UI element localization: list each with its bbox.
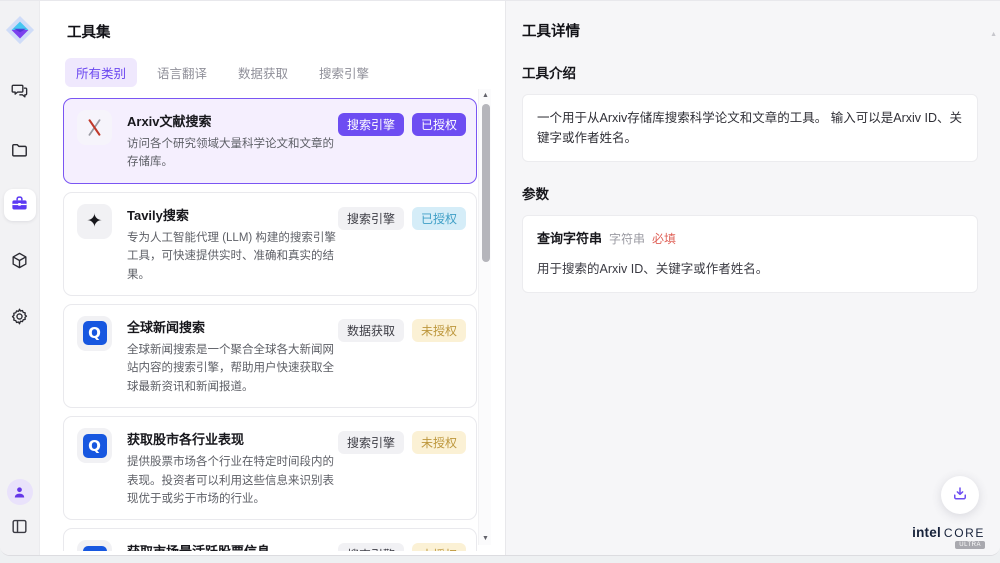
tool-description: 全球新闻搜索是一个聚合全球各大新闻网站内容的搜索引擎，帮助用户快速获取全球最新资…	[127, 341, 338, 396]
user-icon	[7, 479, 33, 505]
parameter-box: 查询字符串 字符串 必填 用于搜索的Arxiv ID、关键字或作者姓名。	[522, 215, 978, 293]
tool-title: Arxiv文献搜索	[127, 111, 338, 130]
sidebar-item-account[interactable]	[5, 477, 35, 507]
sidebar-item-packages[interactable]	[5, 247, 35, 277]
tool-description: 提供股票市场各个行业在特定时间段内的表现。投资者可以利用这些信息来识别表现优于或…	[127, 453, 338, 508]
tool-intro-box: 一个用于从Arxiv存储库搜索科学论文和文章的工具。 输入可以是Arxiv ID…	[522, 94, 978, 162]
status-badge: 已授权	[412, 207, 466, 230]
category-badge: 搜索引擎	[338, 207, 404, 230]
app-logo-icon[interactable]	[5, 15, 35, 45]
sidebar-item-panel-toggle[interactable]	[5, 513, 35, 543]
core-wordmark: core	[944, 526, 985, 540]
status-badge: 未授权	[412, 543, 466, 551]
category-badge: 搜索引擎	[338, 431, 404, 454]
tool-title: 获取股市各行业表现	[127, 429, 338, 448]
tool-card-active-stocks[interactable]: Q 获取市场最活跃股票信息 提供当天交易量最高的股票列表，投资者可以利用这些信息…	[63, 528, 477, 551]
tool-card-sector-performance[interactable]: Q 获取股市各行业表现 提供股票市场各个行业在特定时间段内的表现。投资者可以利用…	[63, 416, 477, 520]
tool-card-tavily[interactable]: ✦ Tavily搜索 专为人工智能代理 (LLM) 构建的搜索引擎工具，可快速提…	[63, 192, 477, 296]
q-logo-icon: Q	[77, 540, 112, 551]
status-badge: 未授权	[412, 431, 466, 454]
toolbox-icon	[10, 194, 29, 216]
tab-search-engine[interactable]: 搜索引擎	[308, 58, 380, 87]
tool-title: 全球新闻搜索	[127, 317, 338, 336]
scrollbar-thumb[interactable]	[482, 104, 490, 262]
intel-core-logo: intel core ultra	[912, 525, 985, 549]
status-badge: 未授权	[412, 319, 466, 342]
tools-panel: 工具集 所有类别 语言翻译 数据获取 搜索引擎 Arxiv文献搜索 访问各个研究…	[40, 1, 505, 555]
q-logo-icon: Q	[77, 428, 112, 463]
tab-data-fetch[interactable]: 数据获取	[227, 58, 299, 87]
sidebar-item-files[interactable]	[5, 137, 35, 167]
gear-icon	[10, 307, 29, 329]
ultra-badge: ultra	[955, 541, 985, 549]
tool-list: Arxiv文献搜索 访问各个研究领域大量科学论文和文章的存储库。 搜索引擎 已授…	[63, 98, 477, 551]
tool-description: 专为人工智能代理 (LLM) 构建的搜索引擎工具，可快速提供实时、准确和真实的结…	[127, 229, 338, 284]
folder-icon	[10, 141, 29, 163]
params-heading: 参数	[522, 183, 978, 203]
tool-detail-panel: ▲ 工具详情 工具介绍 一个用于从Arxiv存储库搜索科学论文和文章的工具。 输…	[505, 1, 1000, 555]
download-button[interactable]	[941, 476, 979, 514]
intel-wordmark: intel	[912, 525, 941, 540]
category-badge: 搜索引擎	[338, 113, 404, 136]
sidebar-item-settings[interactable]	[5, 303, 35, 333]
tab-all-categories[interactable]: 所有类别	[65, 58, 137, 87]
arxiv-logo-icon	[77, 110, 112, 145]
scroll-down-arrow-icon[interactable]: ▼	[479, 535, 492, 542]
category-tabs: 所有类别 语言翻译 数据获取 搜索引擎	[65, 58, 505, 87]
required-label: 必填	[652, 230, 676, 249]
page-title: 工具集	[67, 21, 505, 42]
download-icon	[951, 485, 969, 506]
sidebar-item-chat[interactable]	[5, 77, 35, 107]
tool-intro-text: 一个用于从Arxiv存储库搜索科学论文和文章的工具。 输入可以是Arxiv ID…	[537, 111, 962, 145]
sidebar	[0, 1, 40, 555]
tool-description: 访问各个研究领域大量科学论文和文章的存储库。	[127, 135, 338, 172]
four-point-star-icon: ✦	[77, 204, 112, 239]
app-window: 工具集 所有类别 语言翻译 数据获取 搜索引擎 Arxiv文献搜索 访问各个研究…	[0, 0, 1000, 556]
tool-title: 获取市场最活跃股票信息	[127, 541, 338, 551]
status-badge: 已授权	[412, 113, 466, 136]
intro-heading: 工具介绍	[522, 62, 978, 82]
tool-card-arxiv[interactable]: Arxiv文献搜索 访问各个研究领域大量科学论文和文章的存储库。 搜索引擎 已授…	[63, 98, 477, 184]
tool-title: Tavily搜索	[127, 205, 338, 224]
scroll-up-arrow-icon[interactable]: ▲	[479, 92, 492, 99]
category-badge: 数据获取	[338, 319, 404, 342]
detail-title: 工具详情	[522, 20, 978, 41]
parameter-name: 查询字符串	[537, 229, 602, 250]
parameter-type: 字符串	[609, 230, 645, 249]
tab-language-translation[interactable]: 语言翻译	[146, 58, 218, 87]
detail-scroll-up-arrow-icon[interactable]: ▲	[990, 31, 997, 38]
tool-card-global-news[interactable]: Q 全球新闻搜索 全球新闻搜索是一个聚合全球各大新闻网站内容的搜索引擎，帮助用户…	[63, 304, 477, 408]
category-badge: 搜索引擎	[338, 543, 404, 551]
tool-list-scrollbar: ▲ ▼	[478, 89, 491, 545]
sidebar-item-tools[interactable]	[4, 189, 36, 221]
parameter-description: 用于搜索的Arxiv ID、关键字或作者姓名。	[537, 259, 963, 279]
layout-panel-icon	[10, 517, 29, 539]
cube-icon	[10, 251, 29, 273]
q-logo-icon: Q	[77, 316, 112, 351]
chat-icon	[10, 81, 29, 103]
